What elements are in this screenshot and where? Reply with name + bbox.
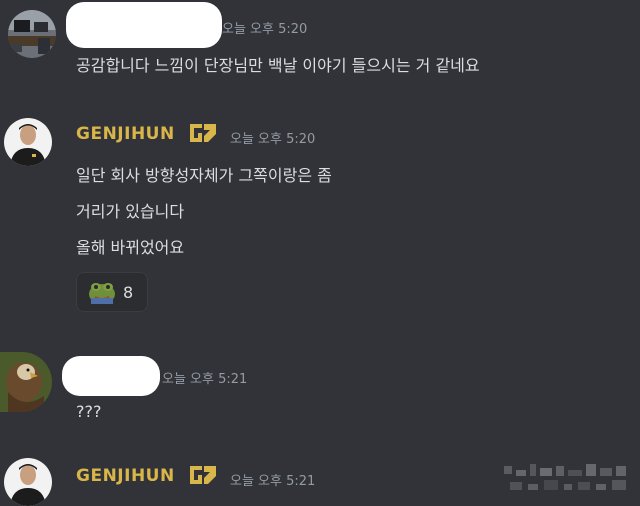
gen-g-logo-icon	[190, 466, 216, 484]
avatar-genjihun[interactable]	[4, 458, 52, 506]
avatar-genjihun[interactable]	[4, 118, 52, 166]
genjihun-avatar-image	[4, 458, 52, 506]
blurred-watermark	[504, 464, 626, 490]
author-name-redacted	[66, 2, 222, 48]
pepe-frog-icon	[89, 283, 115, 304]
author-name-redacted	[62, 356, 160, 396]
message-timestamp: 오늘 오후 5:20	[222, 22, 308, 37]
message-timestamp: 오늘 오후 5:21	[230, 474, 316, 489]
message-text: 공감합니다 느낌이 단장님만 백날 이야기 들으시는 거 같네요	[76, 56, 480, 75]
message-timestamp: 오늘 오후 5:21	[162, 372, 248, 387]
genjihun-avatar-image	[4, 118, 52, 166]
avatar-eagle[interactable]	[0, 352, 52, 412]
message-text-line-2: 거리가 있습니다	[76, 202, 185, 221]
message-timestamp: 오늘 오후 5:20	[230, 132, 316, 147]
reaction-button[interactable]: 8	[76, 272, 148, 312]
avatar-desk-setup[interactable]	[8, 10, 56, 58]
message-text-line-3: 올해 바뀌었어요	[76, 238, 185, 257]
reaction-count: 8	[123, 283, 134, 302]
message-text: ???	[76, 402, 102, 421]
gen-g-logo-icon	[190, 124, 216, 142]
eagle-avatar-image	[0, 352, 52, 412]
author-name[interactable]: GENJIHUN	[76, 466, 175, 486]
author-name[interactable]: GENJIHUN	[76, 124, 175, 144]
desk-avatar-image	[8, 10, 56, 58]
message-text-line-1: 일단 회사 방향성자체가 그쪽이랑은 좀	[76, 166, 332, 185]
